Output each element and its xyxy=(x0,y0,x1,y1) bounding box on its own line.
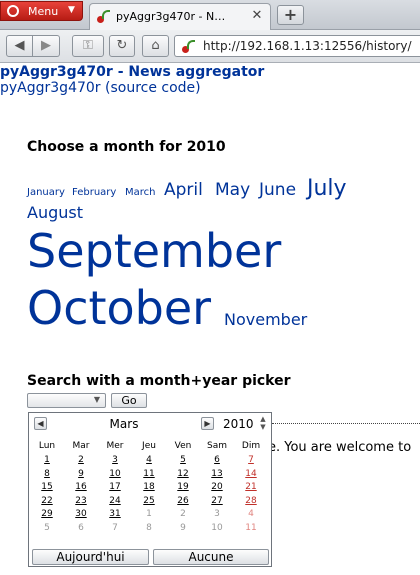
calendar-day[interactable]: 5 xyxy=(32,523,62,533)
month-picker-select[interactable]: ▼ xyxy=(27,393,106,408)
calendar-day[interactable]: 23 xyxy=(66,496,96,506)
calendar-year-input[interactable]: 2010 xyxy=(223,417,254,431)
today-button[interactable]: Aujourd'hui xyxy=(32,549,149,565)
navigation-toolbar: ◀ ▶ ⚿ ↻ ⌂ http://192.168.1.13:12556/hist… xyxy=(0,30,420,63)
calendar-day[interactable]: 2 xyxy=(66,455,96,465)
calendar-day[interactable]: 8 xyxy=(32,469,62,479)
weekday-header: Mar xyxy=(72,441,90,451)
month-link-april[interactable]: April xyxy=(164,182,203,199)
calendar-month: Mars xyxy=(109,417,139,431)
calendar-day[interactable]: 4 xyxy=(134,455,164,465)
chevron-down-icon: ▼ xyxy=(68,5,75,15)
calendar-day[interactable]: 12 xyxy=(168,469,198,479)
calendar-day[interactable]: 24 xyxy=(100,496,130,506)
site-title-link[interactable]: pyAggr3g470r - News aggregator xyxy=(0,64,264,80)
tab-bar: Menu ▼ pyAggr3g470r - N… ✕ + xyxy=(0,0,420,30)
calendar-day[interactable]: 8 xyxy=(134,523,164,533)
cherry-favicon-icon xyxy=(181,40,195,54)
calendar-day[interactable]: 16 xyxy=(66,482,96,492)
calendar-day[interactable]: 6 xyxy=(66,523,96,533)
calendar-day[interactable]: 6 xyxy=(202,455,232,465)
home-button[interactable]: ⌂ xyxy=(142,35,169,57)
calendar-day[interactable]: 15 xyxy=(32,482,62,492)
calendar-day[interactable]: 26 xyxy=(168,496,198,506)
calendar-popup: ◀ Mars ▶ 2010 ▲ ▼ Lun Mar Mer Jeu Ven Sam Dim 1 2… xyxy=(28,412,272,567)
forward-button[interactable]: ▶ xyxy=(33,35,60,57)
weekday-header: Dim xyxy=(241,441,261,451)
reload-button[interactable]: ↻ xyxy=(109,35,135,57)
none-button[interactable]: Aucune xyxy=(153,549,269,565)
calendar-day[interactable]: 1 xyxy=(134,509,164,519)
month-link-november[interactable]: November xyxy=(224,312,307,328)
calendar-day[interactable]: 22 xyxy=(32,496,62,506)
calendar-day[interactable]: 7 xyxy=(100,523,130,533)
calendar-day[interactable]: 14 xyxy=(236,469,266,479)
weekday-header: Jeu xyxy=(142,441,156,451)
previous-month-button[interactable]: ◀ xyxy=(34,417,47,430)
opera-logo-icon xyxy=(7,5,19,17)
calendar-day[interactable]: 7 xyxy=(236,455,266,465)
calendar-day[interactable]: 9 xyxy=(66,469,96,479)
close-tab-icon[interactable]: ✕ xyxy=(248,7,266,25)
month-link-october[interactable]: October xyxy=(27,285,211,331)
calendar-day[interactable]: 20 xyxy=(202,482,232,492)
calendar-day[interactable]: 17 xyxy=(100,482,130,492)
address-url: http://192.168.1.13:12556/history/ xyxy=(203,39,412,53)
browser-tab[interactable]: pyAggr3g470r - N… ✕ xyxy=(89,3,271,30)
calendar-day[interactable]: 31 xyxy=(100,509,130,519)
weekday-header: Mer xyxy=(106,441,124,451)
picker-heading: Search with a month+year picker xyxy=(27,373,291,389)
month-link-july[interactable]: July xyxy=(307,178,347,200)
menu-button[interactable]: Menu ▼ xyxy=(0,1,83,21)
address-bar[interactable]: http://192.168.1.13:12556/history/ xyxy=(174,35,420,57)
calendar-day[interactable]: 21 xyxy=(236,482,266,492)
calendar-day[interactable]: 10 xyxy=(100,469,130,479)
calendar-day[interactable]: 9 xyxy=(168,523,198,533)
calendar-day[interactable]: 11 xyxy=(134,469,164,479)
dotted-divider xyxy=(272,423,420,424)
calendar-day[interactable]: 3 xyxy=(100,455,130,465)
calendar-day[interactable]: 10 xyxy=(202,523,232,533)
month-heading: Choose a month for 2010 xyxy=(27,139,226,155)
next-month-button[interactable]: ▶ xyxy=(201,417,214,430)
calendar-day[interactable]: 2 xyxy=(168,509,198,519)
calendar-day[interactable]: 29 xyxy=(32,509,62,519)
month-link-september[interactable]: September xyxy=(27,228,281,274)
menu-label: Menu xyxy=(28,5,59,18)
key-icon[interactable]: ⚿ xyxy=(72,35,104,57)
weekday-header: Sam xyxy=(207,441,227,451)
source-code-link[interactable]: pyAggr3g470r (source code) xyxy=(0,80,201,96)
calendar-day[interactable]: 27 xyxy=(202,496,232,506)
calendar-day[interactable]: 11 xyxy=(236,523,266,533)
calendar-day[interactable]: 28 xyxy=(236,496,266,506)
calendar-day[interactable]: 5 xyxy=(168,455,198,465)
month-link-june[interactable]: June xyxy=(259,182,296,199)
month-link-march[interactable]: March xyxy=(125,188,155,198)
calendar-header: ◀ Mars ▶ 2010 ▲ ▼ xyxy=(29,413,271,435)
month-link-may[interactable]: May xyxy=(215,182,250,199)
year-spinner-icon[interactable]: ▲ ▼ xyxy=(258,415,268,432)
cherry-favicon-icon xyxy=(96,10,110,24)
tab-title: pyAggr3g470r - N… xyxy=(116,10,226,23)
weekday-header: Ven xyxy=(174,441,192,451)
calendar-day[interactable]: 30 xyxy=(66,509,96,519)
weekday-header: Lun xyxy=(38,441,56,451)
chevron-down-icon: ▼ xyxy=(93,395,100,404)
month-link-january[interactable]: January xyxy=(27,188,65,198)
calendar-day[interactable]: 4 xyxy=(236,509,266,519)
month-link-august[interactable]: August xyxy=(27,205,83,221)
month-link-february[interactable]: February xyxy=(72,188,116,198)
calendar-day[interactable]: 1 xyxy=(32,455,62,465)
calendar-day[interactable]: 3 xyxy=(202,509,232,519)
new-tab-button[interactable]: + xyxy=(277,5,304,25)
calendar-day[interactable]: 13 xyxy=(202,469,232,479)
partially-hidden-text: e. You are welcome to xyxy=(268,440,412,455)
back-button[interactable]: ◀ xyxy=(6,35,33,57)
calendar-day[interactable]: 18 xyxy=(134,482,164,492)
go-button[interactable]: Go xyxy=(111,393,147,408)
calendar-day[interactable]: 25 xyxy=(134,496,164,506)
calendar-day[interactable]: 19 xyxy=(168,482,198,492)
